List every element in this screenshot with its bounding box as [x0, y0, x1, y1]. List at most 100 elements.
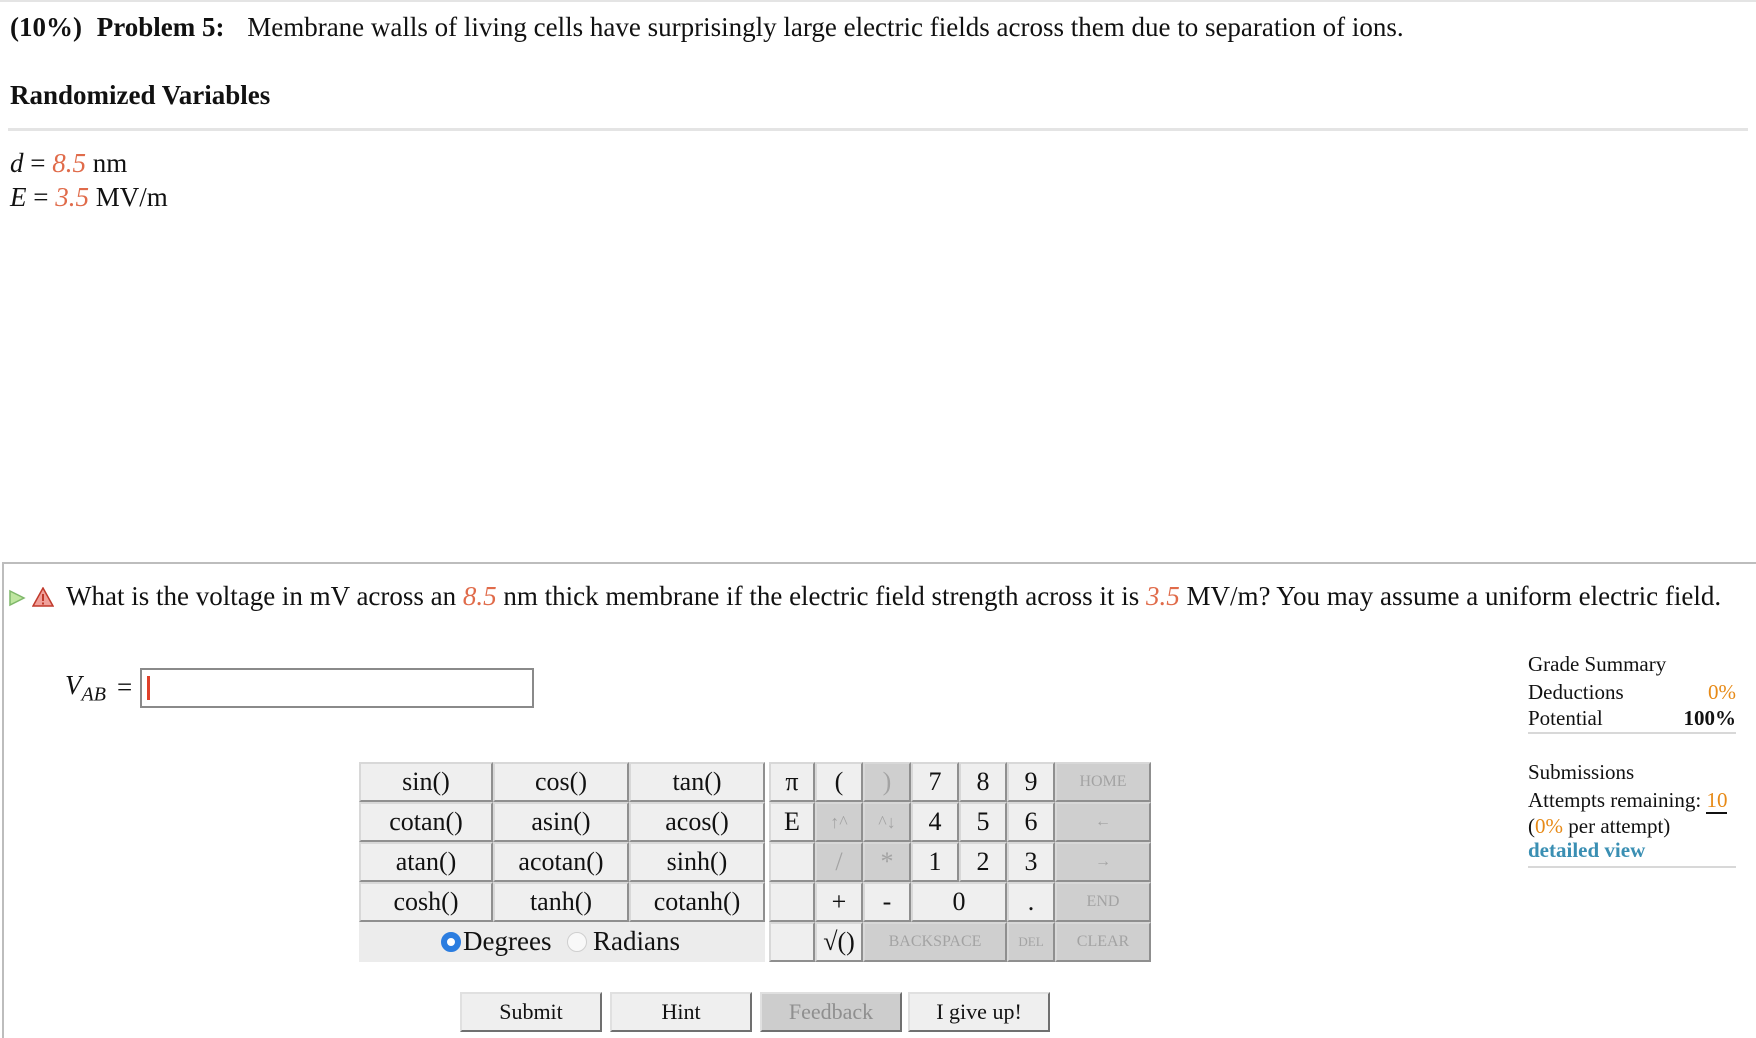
key-sin[interactable]: sin() [359, 762, 493, 802]
key-cos[interactable]: cos() [493, 762, 629, 802]
angle-mode-row: Degrees Radians [359, 922, 765, 962]
answer-input[interactable] [140, 668, 534, 708]
text-cursor [147, 676, 150, 700]
problem-header: (10%) Problem 5: Membrane walls of livin… [10, 12, 1404, 43]
key-left-arrow[interactable]: ← [1055, 802, 1151, 842]
key-pi[interactable]: π [769, 762, 815, 802]
key-blank [769, 882, 815, 922]
attempts-value: 10 [1706, 788, 1728, 814]
feedback-button[interactable]: Feedback [760, 992, 902, 1032]
question-value-e: 3.5 [1145, 581, 1180, 611]
key-left-paren[interactable]: ( [815, 762, 863, 802]
detailed-view-link[interactable]: detailed view [1528, 838, 1736, 863]
key-decimal[interactable]: . [1007, 882, 1055, 922]
key-9[interactable]: 9 [1007, 762, 1055, 802]
grade-summary-title: Grade Summary [1528, 652, 1667, 676]
per-attempt-row: (0% per attempt) [1528, 814, 1736, 839]
key-blank [769, 922, 815, 962]
key-plus[interactable]: + [815, 882, 863, 922]
key-divide[interactable]: / [815, 842, 863, 882]
key-superscript-down[interactable]: ^↓ [863, 802, 911, 842]
variable-unit: MV/m [88, 182, 168, 212]
key-cotanh[interactable]: cotanh() [629, 882, 765, 922]
keypad: sin() cos() tan() cotan() asin() acos() … [359, 762, 1151, 962]
section-divider [8, 128, 1748, 131]
deductions-row: Deductions 0% [1528, 680, 1736, 705]
key-del[interactable]: DEL [1007, 922, 1055, 962]
question-part: nm thick membrane if the electric field … [496, 581, 1146, 611]
key-acotan[interactable]: acotan() [493, 842, 629, 882]
key-backspace[interactable]: BACKSPACE [863, 922, 1007, 962]
variable-value: 8.5 [52, 148, 86, 178]
variable-d: d = 8.5 nm [10, 148, 127, 179]
key-asin[interactable]: asin() [493, 802, 629, 842]
variable-value: 3.5 [55, 182, 89, 212]
variable-e: E = 3.5 MV/m [10, 182, 168, 213]
key-cosh[interactable]: cosh() [359, 882, 493, 922]
key-superscript-up[interactable]: ↑^ [815, 802, 863, 842]
key-3[interactable]: 3 [1007, 842, 1055, 882]
deductions-label: Deductions [1528, 680, 1624, 704]
variable-eq: = [23, 148, 53, 178]
key-home[interactable]: HOME [1055, 762, 1151, 802]
key-end[interactable]: END [1055, 882, 1151, 922]
randomized-variables-title: Randomized Variables [10, 80, 271, 110]
variable-symbol: d [10, 148, 24, 178]
problem-statement: Membrane walls of living cells have surp… [247, 12, 1404, 42]
variable-unit: nm [85, 148, 128, 178]
key-sqrt[interactable]: √() [815, 922, 863, 962]
key-clear[interactable]: CLEAR [1055, 922, 1151, 962]
top-divider [0, 0, 1756, 2]
key-7[interactable]: 7 [911, 762, 959, 802]
potential-row: Potential 100% [1528, 706, 1736, 731]
key-acos[interactable]: acos() [629, 802, 765, 842]
key-1[interactable]: 1 [911, 842, 959, 882]
attempts-label: Attempts remaining: [1528, 788, 1707, 812]
play-triangle-icon[interactable] [8, 580, 26, 607]
grade-divider [1528, 732, 1736, 734]
attempts-row: Attempts remaining: 10 [1528, 788, 1736, 814]
key-atan[interactable]: atan() [359, 842, 493, 882]
key-multiply[interactable]: * [863, 842, 911, 882]
radians-radio[interactable] [567, 932, 587, 952]
submit-button[interactable]: Submit [460, 992, 602, 1032]
degrees-radio[interactable] [441, 932, 461, 952]
degrees-label: Degrees [463, 926, 552, 956]
key-cotan[interactable]: cotan() [359, 802, 493, 842]
variable-eq: = [26, 182, 56, 212]
key-4[interactable]: 4 [911, 802, 959, 842]
key-tanh[interactable]: tanh() [493, 882, 629, 922]
hint-button[interactable]: Hint [610, 992, 752, 1032]
key-right-arrow[interactable]: → [1055, 842, 1151, 882]
per-attempt-text: per attempt) [1563, 814, 1671, 838]
key-5[interactable]: 5 [959, 802, 1007, 842]
question-part: MV/m? You may assume a uniform electric … [1179, 581, 1722, 611]
submissions-divider [1528, 866, 1736, 868]
key-e[interactable]: E [769, 802, 815, 842]
key-right-paren[interactable]: ) [863, 762, 911, 802]
answer-var: V [65, 670, 82, 700]
answer-variable-label: VAB [65, 670, 106, 706]
key-0[interactable]: 0 [911, 882, 1007, 922]
question-part: What is the voltage in mV across an [66, 581, 463, 611]
deductions-value: 0% [1708, 680, 1736, 704]
answer-equals: = [117, 672, 133, 702]
question-text: What is the voltage in mV across an 8.5 … [8, 578, 1748, 614]
key-6[interactable]: 6 [1007, 802, 1055, 842]
problem-weight: (10%) [10, 12, 82, 42]
potential-label: Potential [1528, 706, 1603, 730]
per-open: ( [1528, 814, 1535, 838]
key-sinh[interactable]: sinh() [629, 842, 765, 882]
question-value-d: 8.5 [462, 581, 497, 611]
submissions-title: Submissions [1528, 760, 1635, 784]
key-tan[interactable]: tan() [629, 762, 765, 802]
key-2[interactable]: 2 [959, 842, 1007, 882]
give-up-button[interactable]: I give up! [908, 992, 1050, 1032]
potential-value: 100% [1683, 706, 1737, 730]
key-blank [769, 842, 815, 882]
warning-icon [31, 580, 55, 607]
variable-symbol: E [10, 182, 27, 212]
radians-label: Radians [593, 926, 680, 956]
key-minus[interactable]: - [863, 882, 911, 922]
key-8[interactable]: 8 [959, 762, 1007, 802]
